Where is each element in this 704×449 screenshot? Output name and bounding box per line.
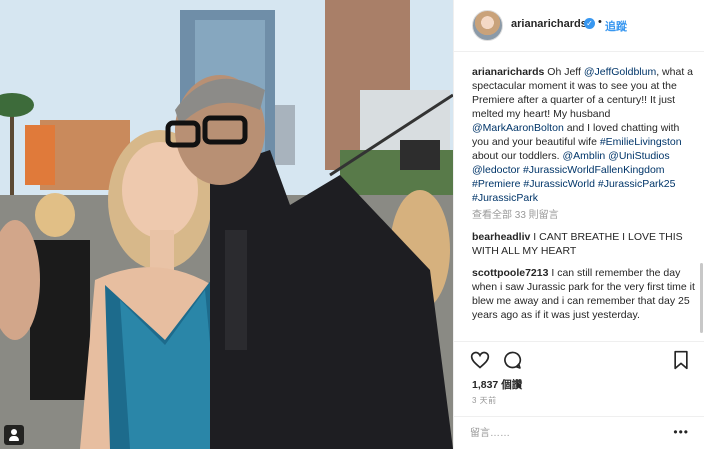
post-caption: arianarichards Oh Jeff @JeffGoldblum, wh… [472,65,697,205]
caption-link[interactable]: #JurassicWorld [523,178,595,190]
caption-link[interactable]: @JeffGoldblum [584,66,656,78]
caption-username[interactable]: arianarichards [472,66,544,78]
user-tag-body [9,436,19,441]
caption-link[interactable]: @ledoctor [472,164,520,176]
caption-link[interactable]: #EmilieLivingston [600,136,682,148]
caption-link[interactable]: #JurassicPark25 [598,178,676,190]
bookmark-icon[interactable] [671,350,691,370]
comment-username[interactable]: bearheadliv [472,231,530,243]
caption-link[interactable]: @UniStudios [608,150,669,162]
user-tag-head [11,429,17,435]
comment-item: bearheadliv I CANT BREATHE I LOVE THIS W… [472,230,697,258]
follow-button[interactable]: 追蹤 [605,18,627,34]
comment-item: scottpoole7213 I can still remember the … [472,266,697,322]
header-username[interactable]: arianarichards [511,18,587,30]
comments-scrollbar[interactable] [700,263,703,333]
caption-text: Oh Jeff @JeffGoldblum, what a spectacula… [472,66,693,204]
add-comment-bar: ••• [454,416,704,449]
view-all-comments-link[interactable]: 查看全部 33 則留言 [472,209,697,222]
comment-username[interactable]: scottpoole7213 [472,267,548,279]
post-photo[interactable] [0,0,453,449]
caption-link[interactable]: #Premiere [472,178,520,190]
post-timestamp[interactable]: 3 天前 [472,395,497,406]
photo-illustration [0,0,453,449]
caption-text-segment: about our toddlers. [472,150,563,162]
verified-badge-icon: ✓ [584,18,595,29]
caption-link[interactable]: #JurassicWorldFallenKingdom [523,164,665,176]
caption-text-segment: Oh Jeff [547,66,584,78]
caption-link[interactable]: #JurassicPark [472,192,538,204]
comments-area[interactable]: arianarichards Oh Jeff @JeffGoldblum, wh… [454,53,704,341]
comment-bubble-icon[interactable] [502,350,522,370]
likes-count[interactable]: 1,837 個讚 [472,377,522,392]
caption-link[interactable]: @MarkAaronBolton [472,122,564,134]
user-tag-icon[interactable] [4,425,24,445]
avatar[interactable] [472,10,503,41]
comment-input[interactable] [470,425,670,441]
post-actions: 1,837 個讚 3 天前 [454,341,704,416]
post-header: arianarichards ✓ • 追蹤 [454,0,704,52]
caption-link[interactable]: @Amblin [562,150,605,162]
post-side-panel: arianarichards ✓ • 追蹤 arianarichards Oh … [453,0,704,449]
more-dots-icon[interactable]: ••• [673,426,689,438]
header-separator: • [598,16,602,28]
heart-icon[interactable] [470,350,490,370]
